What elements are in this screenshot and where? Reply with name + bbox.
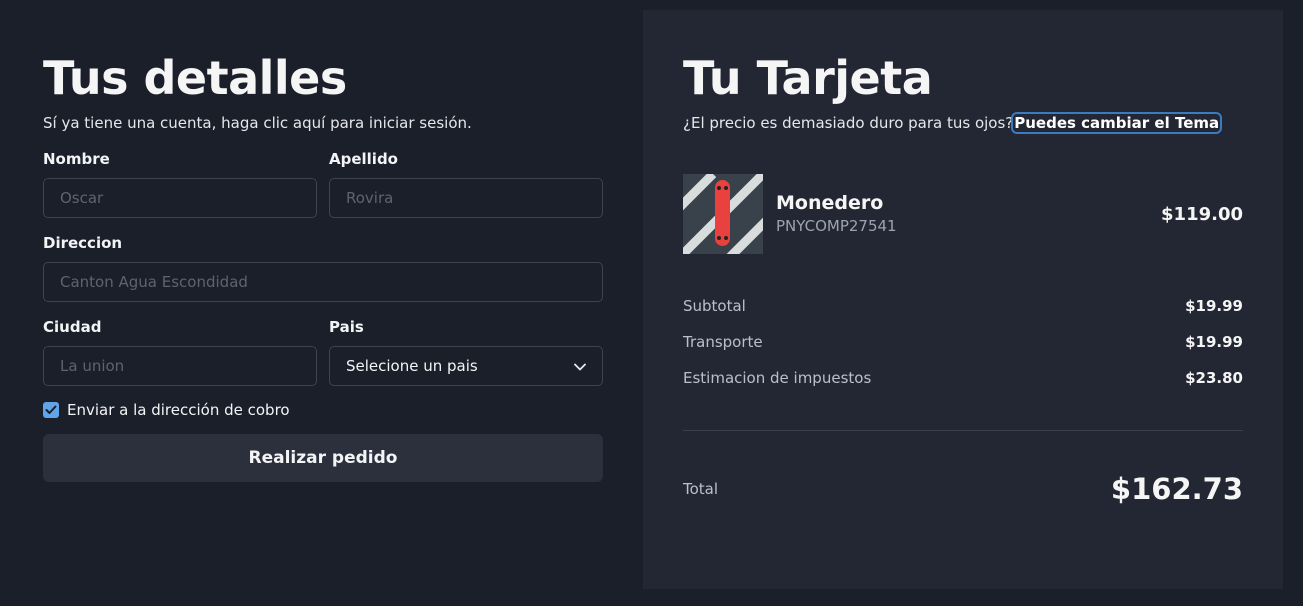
ship-to-billing-row: Enviar a la dirección de cobro — [43, 401, 290, 419]
first-name-label: Nombre — [43, 150, 110, 168]
login-hint[interactable]: Sí ya tiene una cuenta, haga clic aquí p… — [43, 114, 472, 132]
cart-title: Tu Tarjeta — [683, 51, 933, 105]
summary-row-taxes: Estimacion de impuestos $23.80 — [683, 369, 1243, 387]
address-input[interactable] — [43, 262, 603, 302]
country-select[interactable]: Selecione un pais — [329, 346, 603, 386]
address-label: Direccion — [43, 234, 123, 252]
place-order-button[interactable]: Realizar pedido — [43, 434, 603, 482]
product-name: Monedero — [776, 192, 884, 214]
first-name-input[interactable] — [43, 178, 317, 218]
product-price: $119.00 — [1161, 204, 1243, 225]
theme-hint: ¿El precio es demasiado duro para tus oj… — [683, 112, 1223, 134]
checkmark-icon — [45, 405, 57, 414]
theme-hint-text: ¿El precio es demasiado duro para tus oj… — [683, 114, 1014, 132]
ship-to-billing-checkbox[interactable] — [43, 402, 59, 418]
summary-value: $19.99 — [1185, 333, 1243, 351]
summary-value: $23.80 — [1185, 369, 1243, 387]
summary-divider — [683, 430, 1243, 431]
ship-to-billing-label[interactable]: Enviar a la dirección de cobro — [67, 401, 290, 419]
product-image — [683, 174, 763, 254]
cart-panel: Tu Tarjeta ¿El precio es demasiado duro … — [643, 10, 1283, 589]
summary-row-shipping: Transporte $19.99 — [683, 333, 1243, 351]
last-name-input[interactable] — [329, 178, 603, 218]
change-theme-link[interactable]: Puedes cambiar el Tema — [1011, 112, 1223, 134]
city-label: Ciudad — [43, 318, 102, 336]
country-select-value: Selecione un pais — [346, 357, 478, 375]
chevron-down-icon — [574, 357, 586, 375]
summary-row-subtotal: Subtotal $19.99 — [683, 297, 1243, 315]
total-value: $162.73 — [1110, 472, 1243, 506]
city-input[interactable] — [43, 346, 317, 386]
summary-label: Subtotal — [683, 297, 746, 315]
country-label: Pais — [329, 318, 364, 336]
details-title: Tus detalles — [43, 51, 347, 105]
total-label: Total — [683, 480, 719, 498]
summary-label: Estimacion de impuestos — [683, 369, 872, 387]
summary-label: Transporte — [683, 333, 763, 351]
product-code: PNYCOMP27541 — [776, 217, 897, 235]
total-row: Total $162.73 — [683, 472, 1243, 506]
summary-value: $19.99 — [1185, 297, 1243, 315]
last-name-label: Apellido — [329, 150, 398, 168]
